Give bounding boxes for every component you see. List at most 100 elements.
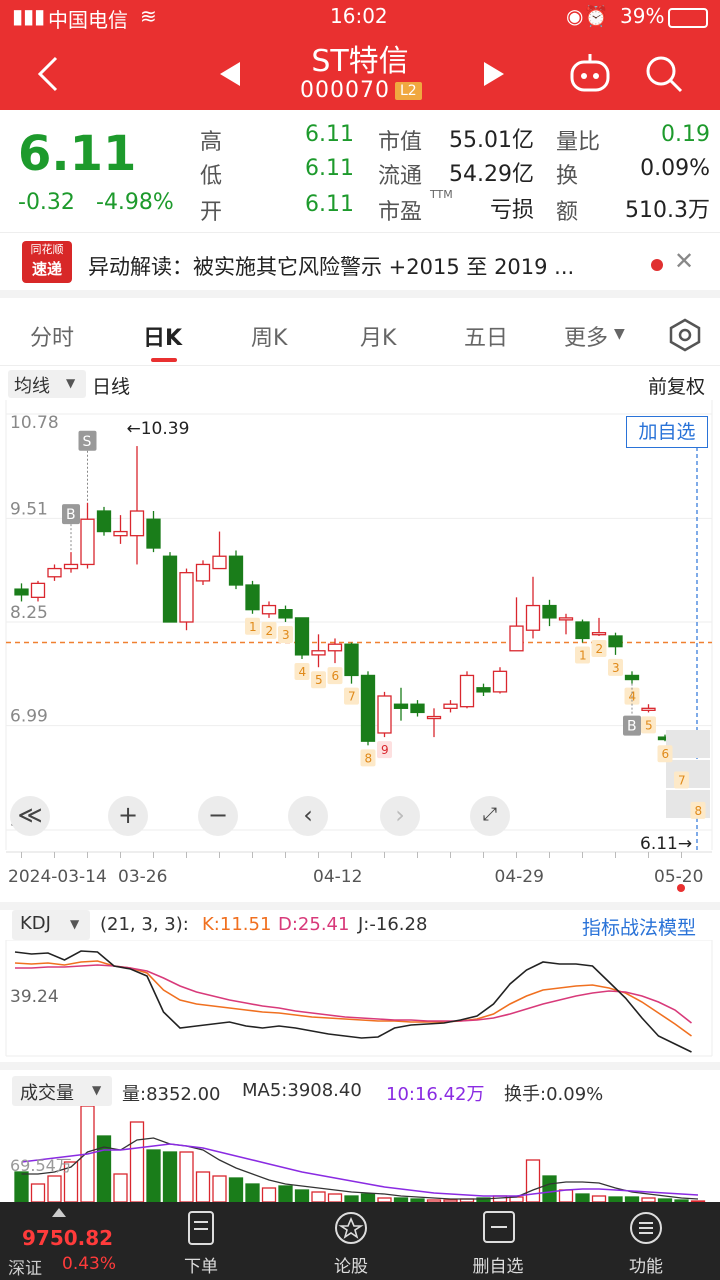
close-icon[interactable]: ✕ [674,247,694,275]
bottom-function-button[interactable]: 功能 [606,1252,686,1277]
candle-body [377,695,392,734]
volume-bar [30,1183,46,1202]
bottom-remove-watch-button[interactable]: 删自选 [458,1252,538,1277]
fullscreen-button[interactable]: ⤢ [470,796,510,836]
bottom-order-button[interactable]: 下单 [161,1252,241,1277]
candle-body [30,582,46,598]
volume-bar [525,1159,541,1202]
td-count-label: 8 [695,804,703,818]
zoom-fit-button[interactable]: ≪ [10,796,50,836]
volume-bar [228,1177,244,1202]
order-doc-icon[interactable] [186,1210,216,1246]
candle-body [14,588,29,596]
settings-hexagon-icon[interactable] [668,318,702,352]
kdj-k-line [14,960,692,1037]
more-caret-icon[interactable]: ▼ [614,326,625,342]
kdj-j-value: J:-16.28 [358,914,428,935]
ths-logo-top: 同花顺 [30,243,64,256]
volume-bar [558,1189,574,1202]
tab-weekly[interactable]: 周K [251,320,287,352]
discussion-star-icon[interactable] [333,1210,369,1246]
candle-body [525,604,541,631]
adjust-label[interactable]: 前复权 [648,372,705,399]
tab-intraday[interactable]: 分时 [30,320,74,352]
zoom-out-button[interactable]: − [198,796,238,836]
volume-caret-icon: ▼ [92,1083,102,1097]
amount-value: 510.3万 [625,198,710,223]
candle-body [344,643,359,677]
candle-body [591,632,607,636]
indicator-selector[interactable]: KDJ ▼ [12,910,90,940]
kdj-d-line [15,964,692,1024]
search-icon[interactable] [644,54,684,94]
volume-bar [162,1151,178,1202]
turnover-value: 0.09% [640,156,710,181]
index-up-arrow-icon [52,1208,66,1217]
next-stock-icon[interactable] [480,60,508,88]
stock-code: 000070 [300,78,390,103]
bottom-discuss-button[interactable]: 论股 [311,1252,391,1277]
candle-body [195,563,211,582]
float-cap-value: 54.29亿 [449,162,534,187]
kdj-d-value: D:25.41 [278,914,350,935]
volume-bar [14,1171,29,1202]
price-change: -0.32 [18,190,75,215]
candle-body [608,635,623,648]
candle-body [212,555,227,570]
add-watchlist-button[interactable]: 加自选 [626,416,708,448]
td-count-label: 5 [645,718,653,732]
volume-name: 成交量 [20,1083,74,1104]
index-name: 深证 [8,1259,42,1279]
period-label: 日线 [92,376,131,398]
market-cap-value: 55.01亿 [449,128,534,153]
scroll-right-button[interactable]: › [380,796,420,836]
remove-watch-icon[interactable] [482,1210,516,1244]
td-count-label: 4 [299,665,307,679]
volume-selector[interactable]: 成交量 ▼ [12,1076,112,1106]
index-pct: 0.43% [62,1254,117,1274]
ths-logo-bottom: 速递 [31,260,62,278]
candle-body [228,555,244,586]
level2-badge[interactable]: L2 [395,82,422,100]
news-text[interactable]: 异动解读：被实施其它风险警示 +2015 至 2019 ... [88,251,628,281]
candle-body [146,518,161,549]
tab-five-day[interactable]: 五日 [464,320,508,352]
open-value: 6.11 [305,192,354,217]
tab-monthly[interactable]: 月K [360,320,396,352]
volume-bar [113,1173,128,1202]
candle-body [80,518,95,566]
x-tick-label: 05-20 [654,867,703,887]
app-screen: ▮▮▮ 中国电信 ≋ 16:02 ◉⏰ 39% ST特信 000070 L2 6… [0,0,720,1280]
robot-assistant-icon[interactable] [568,52,612,96]
ma-selector-label: 均线 [14,376,50,397]
scroll-left-button[interactable]: ‹ [288,796,328,836]
zoom-in-button[interactable]: + [108,796,148,836]
x-tick-label: 03-26 [118,867,167,887]
index-value[interactable]: 9750.82 [22,1226,113,1250]
candle-body [162,555,178,623]
candle-body [327,643,343,652]
candle-body [542,604,557,619]
amount-label: 额 [556,200,579,225]
kdj-k-value: K:11.51 [202,914,272,935]
quote-panel: 6.11 -0.32 -4.98% 高 6.11 低 6.11 开 6.11 市… [0,110,720,230]
ma-selector[interactable]: 均线 ▼ [8,370,86,398]
candle-body [294,617,310,656]
tab-more[interactable]: 更多 [564,320,608,352]
function-menu-icon[interactable] [628,1210,664,1246]
ths-logo: 同花顺 速递 [22,241,72,283]
news-ticker[interactable]: 同花顺 速递 异动解读：被实施其它风险警示 +2015 至 2019 ... ✕ [0,232,720,298]
indicator-name: KDJ [20,913,51,934]
volume-bar [542,1175,557,1202]
header-bar: ▮▮▮ 中国电信 ≋ 16:02 ◉⏰ 39% ST特信 000070 L2 [0,0,720,110]
max-price-label: ←10.39 [127,419,190,439]
indicator-strategy-link[interactable]: 指标战法模型 [582,913,696,940]
volume-chart [14,1106,706,1202]
volume-ratio-value: 0.19 [661,122,710,147]
candlestick-chart[interactable]: 10.789.518.256.995.7212345678912345678BS… [0,400,720,900]
candle-body [459,674,475,708]
volume-bar [360,1193,376,1202]
tab-daily[interactable]: 日K [143,320,182,352]
volume-bar [575,1193,590,1202]
td-count-label: 3 [612,661,620,675]
